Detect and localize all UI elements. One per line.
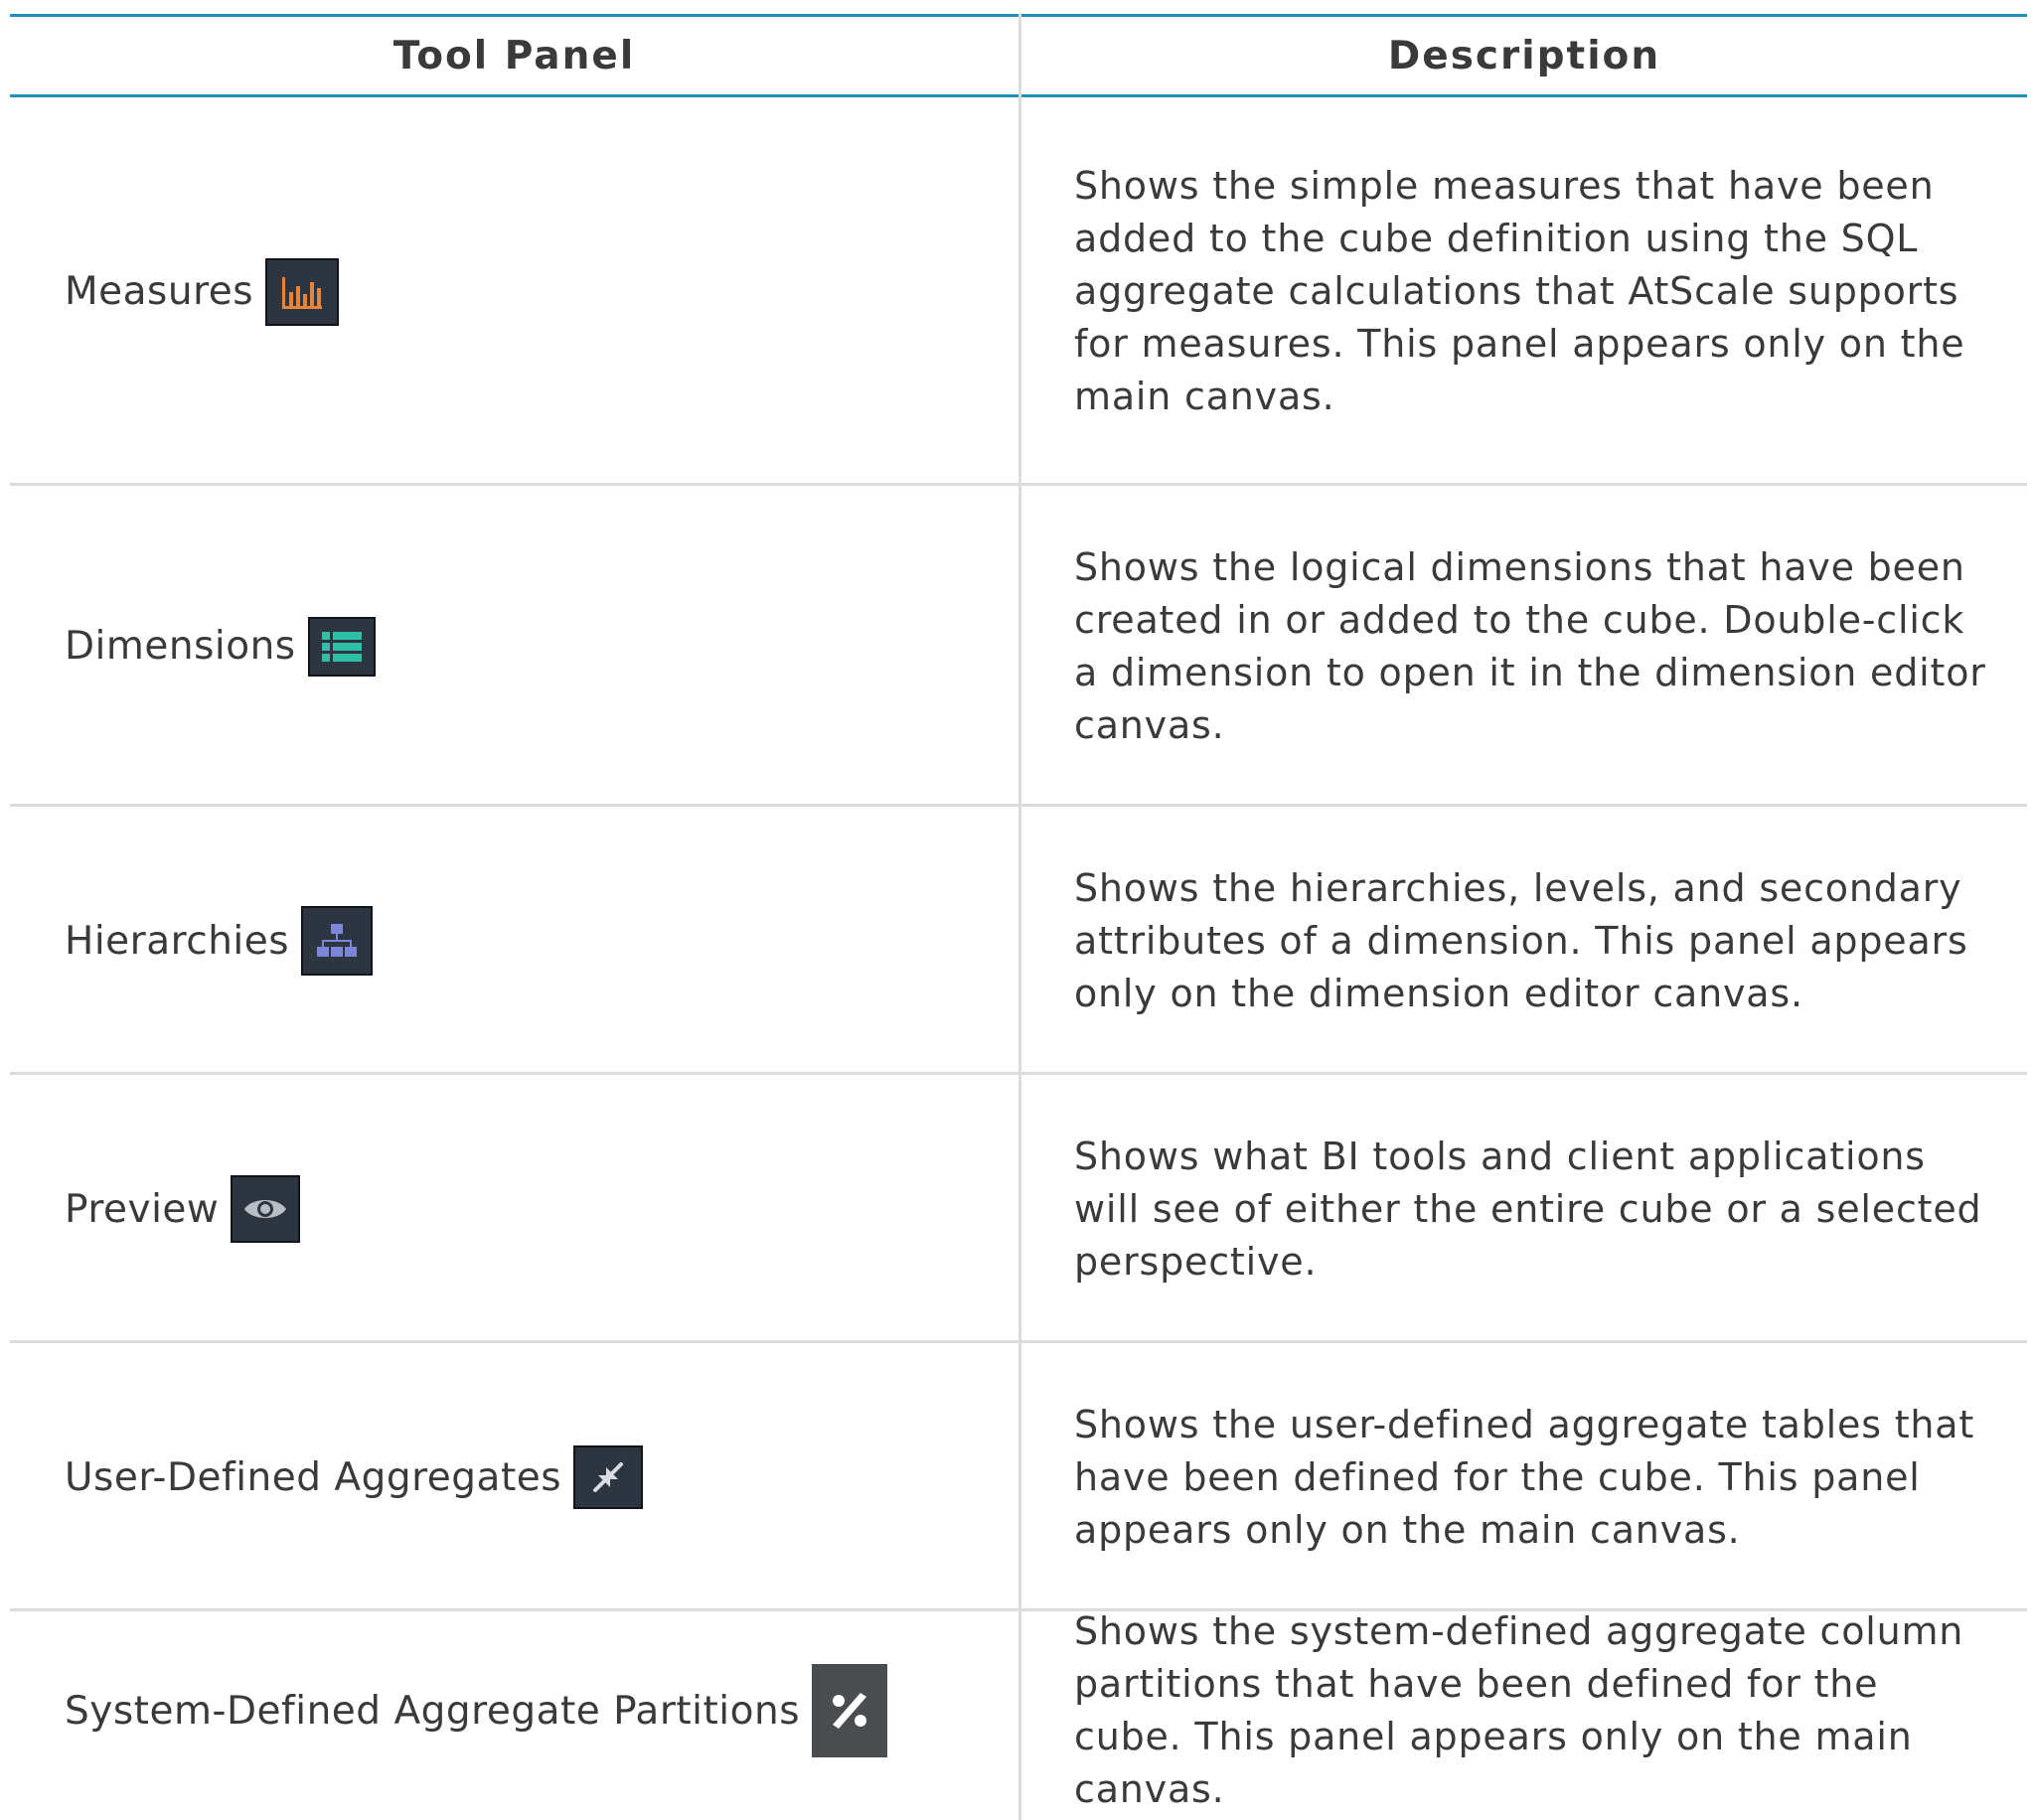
description-cell: Shows the logical dimensions that have b…: [1074, 486, 1998, 807]
description-cell: Shows the system-defined aggregate colum…: [1074, 1601, 1998, 1820]
tool-panel-table: Tool Panel Description Measures Shows th…: [10, 14, 2027, 1820]
percent-icon: [812, 1664, 888, 1757]
list-icon: [307, 616, 376, 677]
header-tool-panel: Tool Panel: [392, 33, 636, 78]
tool-panel-cell: Hierarchies: [65, 807, 374, 1075]
tool-panel-name: Measures: [65, 269, 254, 314]
description-cell: Shows the simple measures that have been…: [1074, 97, 1998, 486]
tool-panel-cell: Measures: [65, 97, 340, 486]
bar-chart-icon: [265, 257, 340, 326]
description-cell: Shows the user-defined aggregate tables …: [1074, 1343, 1998, 1611]
eye-icon: [231, 1175, 301, 1243]
tool-panel-cell: User-Defined Aggregates: [65, 1343, 644, 1611]
tool-panel-name: Dimensions: [65, 624, 296, 669]
tool-panel-cell: System-Defined Aggregate Partitions: [65, 1601, 888, 1820]
description-cell: Shows the hierarchies, levels, and secon…: [1074, 807, 1998, 1075]
description-cell: Shows what BI tools and client applicati…: [1074, 1075, 1998, 1343]
description-text: Shows the user-defined aggregate tables …: [1074, 1402, 1975, 1552]
column-divider: [1018, 14, 1021, 1820]
tool-panel-name: System-Defined Aggregate Partitions: [65, 1688, 801, 1734]
description-text: Shows the system-defined aggregate colum…: [1074, 1609, 1964, 1811]
tool-panel-name: User-Defined Aggregates: [65, 1454, 562, 1500]
description-text: Shows the logical dimensions that have b…: [1074, 544, 1986, 747]
tool-panel-name: Preview: [65, 1186, 220, 1232]
hierarchy-icon: [301, 906, 374, 976]
description-text: Shows the hierarchies, levels, and secon…: [1074, 865, 1968, 1015]
compress-arrows-icon: [573, 1445, 644, 1509]
tool-panel-name: Hierarchies: [65, 918, 290, 964]
header-description: Description: [1387, 33, 1661, 78]
description-text: Shows the simple measures that have been…: [1074, 164, 1965, 418]
description-text: Shows what BI tools and client applicati…: [1074, 1134, 1982, 1284]
tool-panel-cell: Dimensions: [65, 486, 376, 807]
tool-panel-cell: Preview: [65, 1075, 301, 1343]
